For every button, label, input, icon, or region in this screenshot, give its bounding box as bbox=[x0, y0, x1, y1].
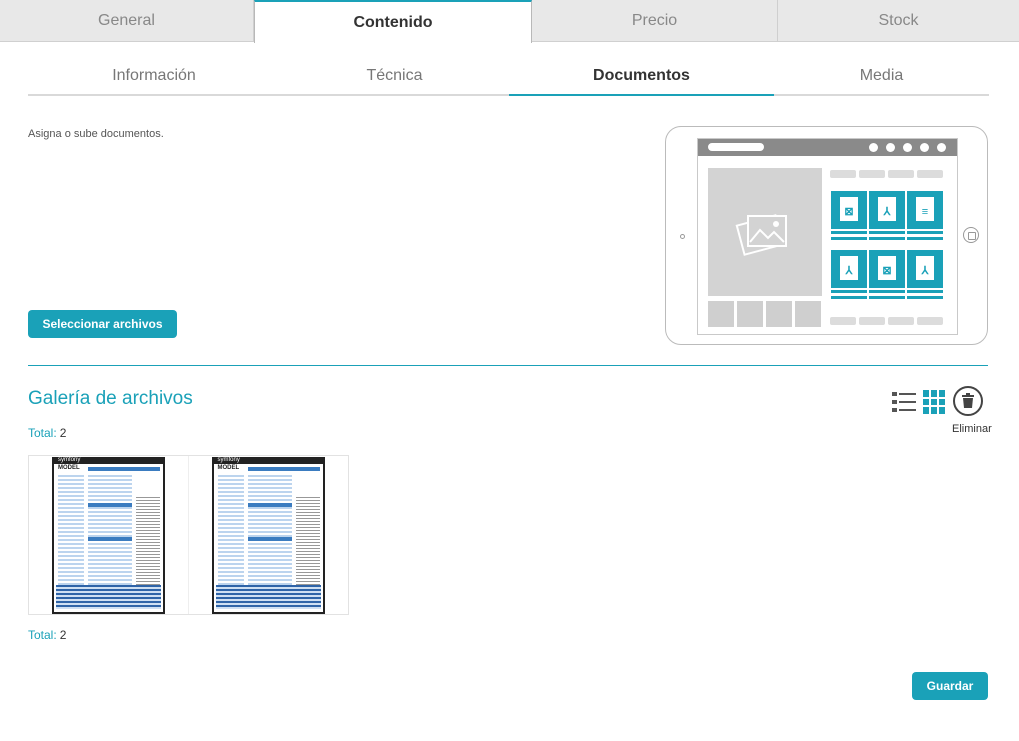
tablet-home-button-icon bbox=[963, 227, 979, 243]
total-label: Total: bbox=[28, 628, 57, 642]
gallery-title: Galería de archivos bbox=[28, 388, 193, 409]
tab-stock[interactable]: Stock bbox=[778, 0, 1019, 42]
tablet-illustration: ⊠ ⅄ ≡ ⅄ ⊠ ⅄ bbox=[665, 126, 988, 345]
total-value: 2 bbox=[59, 628, 67, 642]
pdf-file-icon: ⅄ bbox=[907, 250, 943, 288]
total-label: Total: bbox=[28, 426, 57, 440]
tablet-camera-icon bbox=[680, 234, 685, 239]
upload-hint: Asigna o sube documentos. bbox=[28, 128, 164, 140]
pdf-file-icon: ⅄ bbox=[869, 191, 905, 229]
tablet-screen: ⊠ ⅄ ≡ ⅄ ⊠ ⅄ bbox=[697, 138, 958, 335]
select-files-button[interactable]: Seleccionar archivos bbox=[28, 310, 177, 338]
total-count-top: Total: 2 bbox=[28, 426, 66, 440]
top-tab-bar: General Contenido Precio Stock bbox=[0, 0, 1019, 43]
list-view-icon[interactable] bbox=[892, 391, 916, 413]
pdf-file-icon: ⅄ bbox=[831, 250, 867, 288]
document-preview: symfony MODEL bbox=[211, 457, 325, 614]
excel-file-icon: ⊠ bbox=[831, 191, 867, 229]
section-divider bbox=[28, 365, 988, 366]
document-preview: symfony MODEL bbox=[52, 457, 165, 614]
document-heading: MODEL bbox=[58, 465, 80, 471]
tab-general[interactable]: General bbox=[0, 0, 254, 42]
thumbnail-icon bbox=[708, 301, 734, 327]
delete-label[interactable]: Eliminar bbox=[952, 423, 992, 435]
subtab-documentos[interactable]: Documentos bbox=[509, 58, 774, 96]
total-value: 2 bbox=[59, 426, 67, 440]
image-placeholder-icon bbox=[708, 168, 822, 296]
document-brand: symfony bbox=[217, 457, 240, 463]
subtab-informacion[interactable]: Información bbox=[28, 58, 280, 94]
sub-tab-bar: Información Técnica Documentos Media bbox=[28, 58, 989, 96]
tab-contenido[interactable]: Contenido bbox=[254, 0, 532, 43]
grid-view-icon[interactable] bbox=[923, 390, 945, 414]
document-brand: symfony bbox=[58, 457, 81, 463]
total-count-bottom: Total: 2 bbox=[28, 628, 66, 642]
save-button[interactable]: Guardar bbox=[912, 672, 988, 700]
subtab-media[interactable]: Media bbox=[774, 58, 989, 94]
thumbnail-icon bbox=[737, 301, 763, 327]
document-heading: MODEL bbox=[217, 465, 240, 471]
thumbnail-icon bbox=[766, 301, 792, 327]
file-thumbnail[interactable]: symfony MODEL bbox=[29, 456, 189, 614]
subtab-tecnica[interactable]: Técnica bbox=[280, 58, 509, 94]
file-thumbnail[interactable]: symfony MODEL bbox=[188, 456, 348, 614]
text-file-icon: ≡ bbox=[907, 191, 943, 229]
tab-precio[interactable]: Precio bbox=[532, 0, 778, 42]
excel-file-icon: ⊠ bbox=[869, 250, 905, 288]
thumbnail-icon bbox=[795, 301, 821, 327]
file-gallery: symfony MODEL symfony MODEL bbox=[28, 455, 349, 615]
tablet-header-bar bbox=[698, 139, 957, 156]
trash-icon[interactable] bbox=[953, 386, 983, 416]
